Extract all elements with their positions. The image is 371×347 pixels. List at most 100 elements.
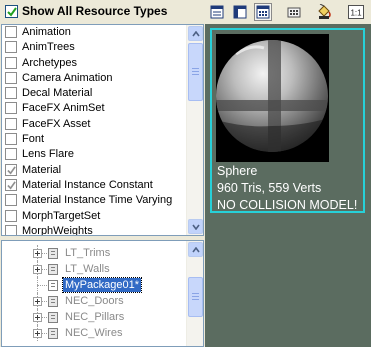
- asset-stats: 960 Tris, 559 Verts: [217, 181, 322, 195]
- package-tree-item[interactable]: NEC_Wires: [2, 325, 186, 341]
- resource-types-list-panel: Animation AnimTrees Archetypes Camera Anima…: [1, 24, 204, 236]
- tree-scroll-up-button[interactable]: [188, 242, 203, 257]
- resource-type-checkbox[interactable]: [5, 178, 17, 191]
- resource-type-item[interactable]: FaceFX AnimSet: [2, 101, 186, 116]
- package-tree-item[interactable]: MyPackage01*: [2, 277, 186, 293]
- package-name: NEC_Pillars: [65, 311, 125, 323]
- resource-type-label: FaceFX AnimSet: [22, 102, 105, 115]
- resource-type-label: Lens Flare: [22, 148, 74, 161]
- scroll-up-button[interactable]: [188, 26, 203, 41]
- package-name: LT_Walls: [65, 263, 110, 275]
- resource-type-checkbox[interactable]: [5, 102, 17, 115]
- package-tree-item[interactable]: LT_Trims: [2, 245, 186, 261]
- resource-type-label: Material: [22, 163, 62, 176]
- actual-size-icon: 1:1: [348, 5, 364, 19]
- resource-type-checkbox[interactable]: [5, 87, 17, 100]
- paint-bucket-button[interactable]: [315, 3, 333, 21]
- chevron-down-icon: [191, 224, 200, 230]
- show-all-resource-types-label: Show All Resource Types: [22, 4, 168, 18]
- collision-warning: NO COLLISION MODEL!: [217, 198, 358, 212]
- resource-type-checkbox[interactable]: [5, 56, 17, 69]
- thumbnail-preview-area[interactable]: Sphere 960 Tris, 559 Verts NO COLLISION …: [205, 24, 371, 347]
- resource-type-checkbox[interactable]: [5, 148, 17, 161]
- expand-plus-icon[interactable]: [33, 265, 42, 274]
- list-view-icon: [210, 5, 224, 19]
- checkmark-icon: [7, 7, 17, 17]
- resource-type-checkbox[interactable]: [5, 117, 17, 130]
- resource-type-item[interactable]: Lens Flare: [2, 147, 186, 162]
- package-name: NEC_Wires: [65, 327, 123, 339]
- package-icon: [48, 328, 58, 339]
- split-view-icon: [233, 5, 247, 19]
- show-all-resource-types-row: Show All Resource Types: [0, 0, 205, 24]
- resource-type-label: Material Instance Constant: [22, 178, 153, 191]
- resource-type-checkbox[interactable]: [5, 194, 17, 207]
- resource-type-checkbox[interactable]: [5, 133, 17, 146]
- resource-type-checkbox[interactable]: [5, 26, 17, 38]
- resource-type-label: AnimTrees: [22, 41, 75, 54]
- svg-text:1:1: 1:1: [350, 9, 362, 18]
- expand-plus-icon[interactable]: [33, 249, 42, 258]
- resource-type-checkbox[interactable]: [5, 163, 17, 176]
- resource-type-checkbox[interactable]: [5, 71, 17, 84]
- expand-plus-icon[interactable]: [33, 297, 42, 306]
- expand-plus-icon[interactable]: [33, 329, 42, 338]
- resource-type-label: Decal Material: [22, 87, 93, 100]
- resource-type-label: FaceFX Asset: [22, 117, 91, 130]
- checkmark-icon: [7, 181, 16, 190]
- package-icon: [48, 248, 58, 259]
- tree-scroll-thumb[interactable]: [188, 277, 203, 317]
- resource-type-checkbox[interactable]: [5, 209, 17, 222]
- package-icon: [48, 312, 58, 323]
- package-name: MyPackage01*: [62, 277, 142, 293]
- expand-plus-icon[interactable]: [33, 313, 42, 322]
- sphere-material-thumbnail[interactable]: [216, 34, 329, 162]
- checkmark-icon: [7, 166, 16, 175]
- resource-type-item[interactable]: Camera Animation: [2, 71, 186, 86]
- resource-type-item[interactable]: Font: [2, 132, 186, 147]
- resource-type-label: Archetypes: [22, 56, 78, 69]
- thumbnail-view-button[interactable]: [254, 3, 272, 21]
- resource-type-item[interactable]: MorphWeights: [2, 224, 186, 236]
- chevron-up-icon: [191, 246, 200, 252]
- resource-type-item[interactable]: Material: [2, 163, 186, 178]
- resource-type-checkbox[interactable]: [5, 41, 17, 54]
- resource-type-label: MorphWeights: [22, 224, 93, 236]
- asset-name: Sphere: [217, 164, 258, 178]
- resource-type-item[interactable]: AnimTrees: [2, 40, 186, 55]
- resource-type-item[interactable]: Material Instance Constant: [2, 178, 186, 193]
- package-tree-item[interactable]: NEC_Doors: [2, 293, 186, 309]
- grid-options-icon: [287, 7, 301, 18]
- package-icon: [48, 264, 58, 275]
- package-name: NEC_Doors: [65, 295, 124, 307]
- resource-type-label: MorphTargetSet: [22, 209, 101, 222]
- scroll-down-button[interactable]: [188, 219, 203, 234]
- asset-thumbnail-card[interactable]: Sphere 960 Tris, 559 Verts NO COLLISION …: [210, 28, 365, 213]
- package-tree-scrollbar[interactable]: [186, 241, 203, 346]
- resource-type-item[interactable]: Decal Material: [2, 86, 186, 101]
- sphere-preview-image: [216, 34, 329, 162]
- resource-types-scrollbar[interactable]: [186, 25, 203, 235]
- resource-type-item[interactable]: Material Instance Time Varying: [2, 193, 186, 208]
- resource-type-item[interactable]: FaceFX Asset: [2, 117, 186, 132]
- actual-size-button[interactable]: 1:1: [347, 3, 365, 21]
- list-view-button[interactable]: [208, 3, 226, 21]
- scroll-thumb[interactable]: [188, 43, 203, 101]
- resource-type-item[interactable]: Archetypes: [2, 56, 186, 71]
- resource-type-item[interactable]: MorphTargetSet: [2, 209, 186, 224]
- resource-type-item[interactable]: Animation: [2, 25, 186, 40]
- grid-options-button[interactable]: [285, 3, 303, 21]
- package-icon: [48, 280, 58, 291]
- package-tree-item[interactable]: LT_Walls: [2, 261, 186, 277]
- resource-type-label: Material Instance Time Varying: [22, 194, 173, 207]
- resource-type-label: Animation: [22, 26, 71, 38]
- resource-type-label: Font: [22, 133, 45, 146]
- package-tree-item[interactable]: NEC_Pillars: [2, 309, 186, 325]
- resource-type-label: Camera Animation: [22, 71, 113, 84]
- resource-types-list: Animation AnimTrees Archetypes Camera Anima…: [2, 25, 186, 236]
- show-all-resource-types-checkbox[interactable]: [5, 5, 18, 18]
- split-view-button[interactable]: [231, 3, 249, 21]
- browser-toolbar: 1:1: [205, 0, 371, 24]
- resource-type-checkbox[interactable]: [5, 224, 17, 235]
- paint-bucket-icon: [318, 4, 331, 19]
